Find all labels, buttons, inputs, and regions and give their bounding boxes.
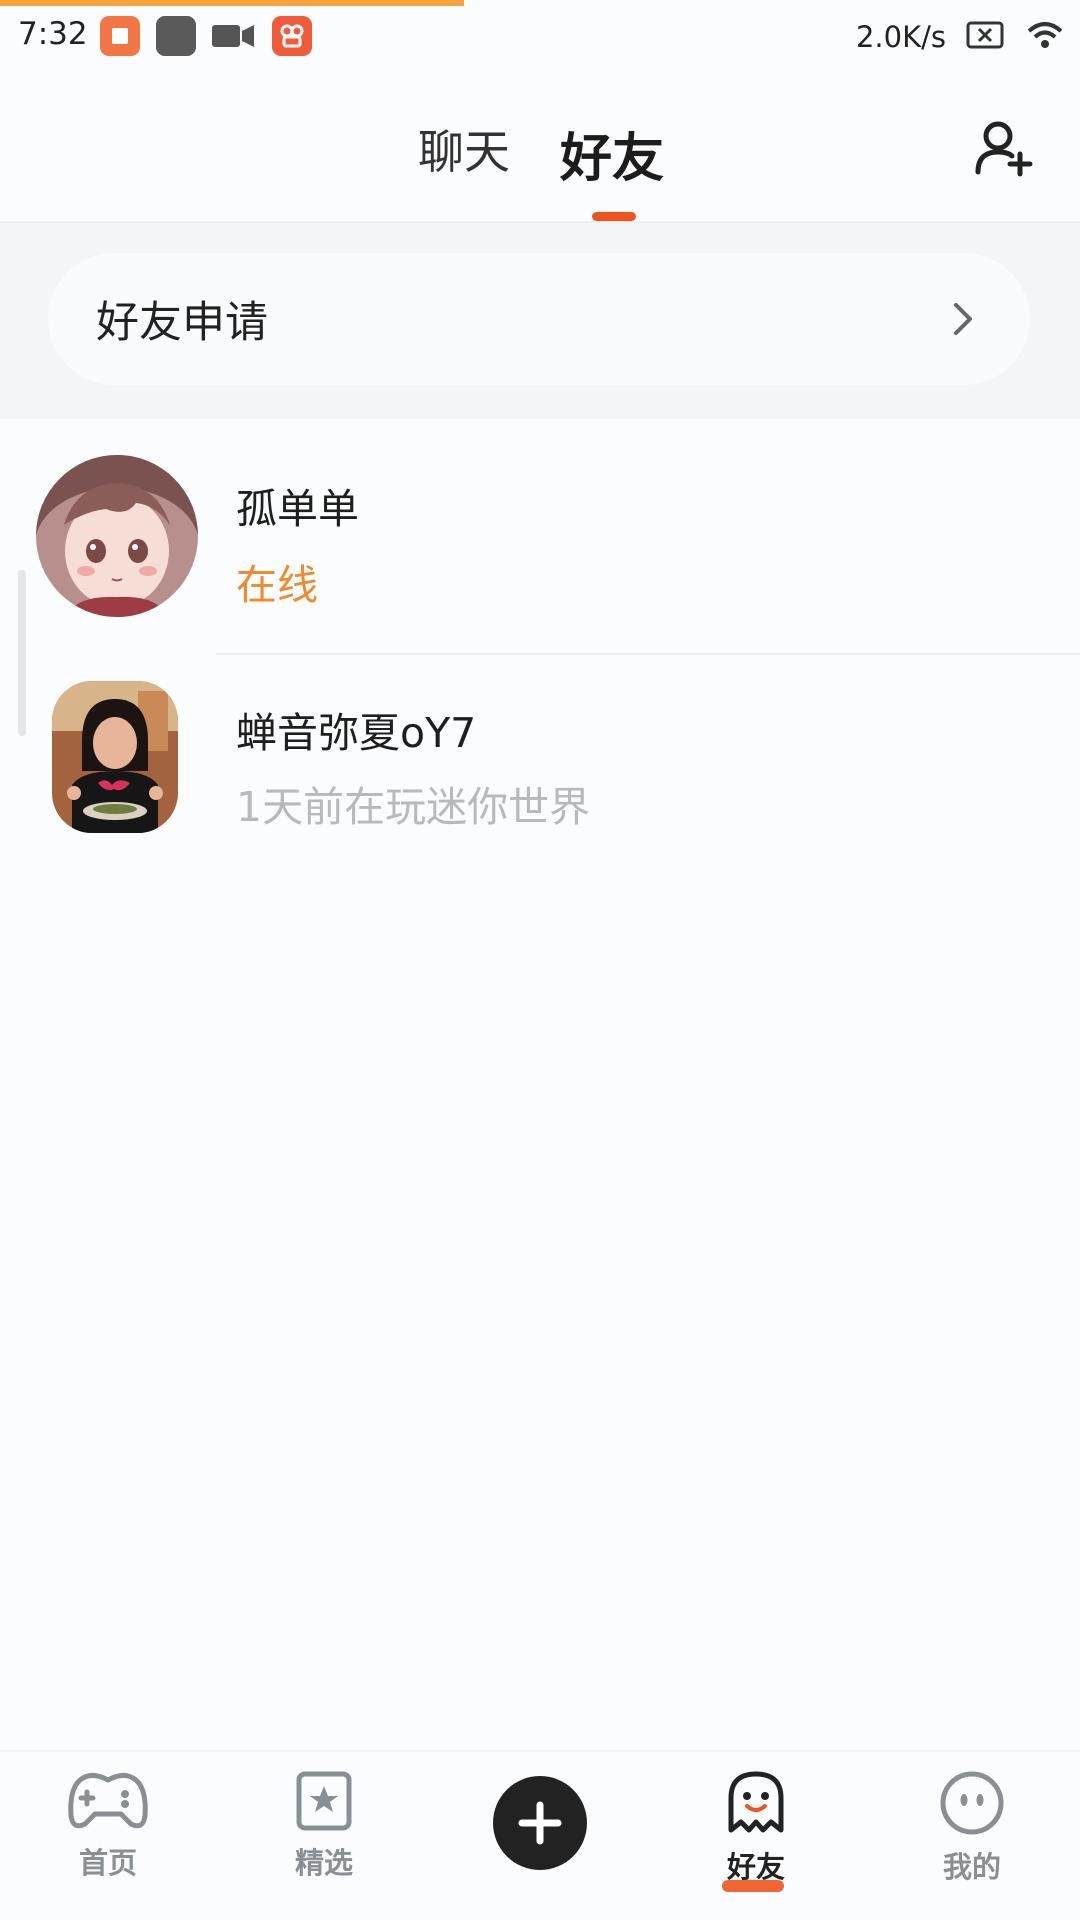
friend-status: 在线 — [236, 561, 318, 609]
nav-item-featured[interactable]: 精选 — [254, 1770, 394, 1882]
nav-label: 精选 — [294, 1846, 353, 1880]
status-bar: 7:32 2.0K/s — [0, 6, 1080, 66]
tab-friends[interactable]: 好友 — [560, 116, 664, 191]
friend-request-section: 好友申请 — [0, 223, 1080, 419]
notification-icons — [100, 16, 312, 56]
status-right: 2.0K/s — [856, 20, 1064, 54]
add-friend-button[interactable] — [972, 116, 1036, 180]
active-tab-indicator — [592, 212, 636, 221]
avatar[interactable] — [36, 455, 198, 617]
app-notification-icon — [100, 16, 140, 56]
friend-name: 孤单单 — [236, 485, 359, 533]
gamepad-icon — [68, 1772, 148, 1829]
bottom-navigation: 首页 精选 好友 我的 — [0, 1750, 1080, 1920]
video-camera-icon — [212, 16, 256, 56]
sim-off-icon — [966, 20, 1006, 54]
network-speed: 2.0K/s — [855, 20, 946, 54]
app-notification-icon — [156, 16, 196, 56]
nav-label: 我的 — [942, 1850, 1001, 1884]
friend-request-label: 好友申请 — [96, 298, 268, 348]
friend-request-button[interactable]: 好友申请 — [48, 253, 1030, 385]
scrollbar[interactable] — [18, 570, 26, 736]
active-nav-underline — [722, 1880, 784, 1892]
nav-item-friends[interactable]: 好友 — [686, 1770, 826, 1892]
nav-label: 首页 — [78, 1846, 137, 1880]
nav-item-profile[interactable]: 我的 — [902, 1770, 1042, 1886]
friend-list-item[interactable]: 孤单单 在线 — [0, 419, 1080, 655]
avatar[interactable] — [52, 681, 178, 833]
ghost-icon — [728, 1771, 784, 1833]
wifi-icon — [1026, 20, 1064, 54]
friend-name: 蝉音弥夏oY7 — [236, 709, 477, 757]
friend-status: 1天前在玩迷你世界 — [236, 783, 591, 831]
kuaishou-app-icon — [272, 16, 312, 56]
nav-item-home[interactable]: 首页 — [38, 1770, 178, 1882]
face-icon — [940, 1771, 1004, 1835]
top-tab-bar: 聊天 好友 — [0, 66, 1080, 223]
friend-list: 孤单单 在线 蝉音弥夏oY7 1天前在玩迷你世界 — [0, 419, 1080, 891]
create-button[interactable] — [493, 1776, 587, 1870]
plus-icon — [518, 1801, 562, 1845]
star-card-icon — [296, 1771, 352, 1831]
friend-list-item[interactable]: 蝉音弥夏oY7 1天前在玩迷你世界 — [0, 655, 1080, 891]
add-user-icon — [975, 121, 1033, 177]
status-time: 7:32 — [18, 16, 88, 52]
tab-chat[interactable]: 聊天 — [418, 116, 510, 182]
chevron-right-icon — [954, 303, 972, 335]
